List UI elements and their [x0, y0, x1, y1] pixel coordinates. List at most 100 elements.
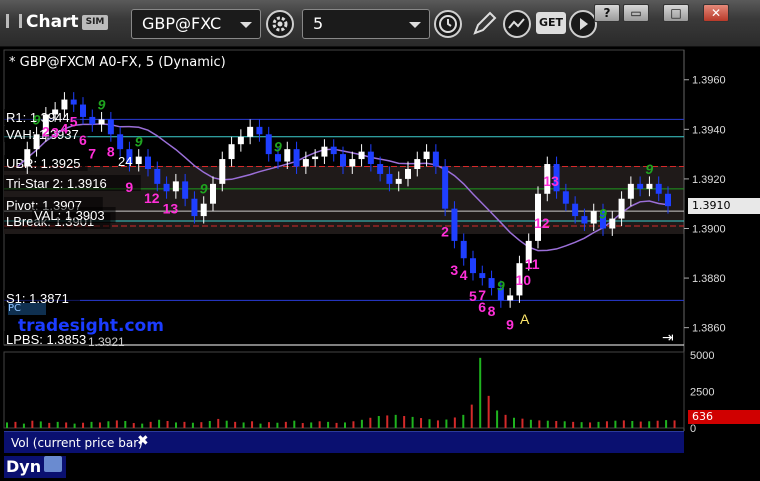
last-price-label: 1.3910: [688, 198, 760, 214]
volume-bar: [656, 420, 659, 428]
candle-body: [284, 149, 291, 162]
price-tick-label: 1.3920: [692, 174, 726, 186]
candle-body: [562, 191, 569, 204]
scroll-to-end-icon[interactable]: ⇥: [662, 330, 674, 346]
play-icon[interactable]: [569, 10, 597, 38]
chevron-down-icon: [409, 22, 421, 28]
volume-bar: [183, 421, 186, 428]
candle-body: [293, 149, 300, 167]
clock-icon[interactable]: [434, 10, 462, 38]
candle-body: [349, 159, 356, 167]
candle-body: [247, 126, 254, 137]
volume-bar: [436, 420, 439, 428]
pencil-icon[interactable]: [470, 10, 498, 38]
symbol-value: GBP@FXC: [142, 14, 222, 33]
candle-body: [312, 156, 319, 160]
lock-icon[interactable]: [44, 456, 62, 472]
volume-bar: [411, 416, 414, 428]
volume-bar: [293, 420, 296, 428]
candle-body: [80, 104, 86, 117]
volume-bar: [496, 410, 499, 428]
volume-bar: [48, 422, 51, 428]
td-count-label: 6: [79, 132, 87, 148]
level-label: VAL: 1.3903: [34, 208, 105, 223]
symbol-select[interactable]: GBP@FXC: [131, 9, 261, 39]
td-setup-label: 9: [135, 134, 143, 150]
volume-bar: [614, 420, 617, 428]
candle-body: [618, 198, 625, 219]
candle-body: [135, 156, 142, 165]
volume-bar: [360, 419, 363, 428]
candle-body: [321, 146, 328, 157]
candle-body: [655, 183, 662, 194]
volume-bar: [597, 421, 600, 428]
volume-last-label: 636: [688, 410, 760, 424]
volume-bar: [445, 419, 448, 428]
candle-body: [423, 151, 430, 160]
volume-bar: [318, 421, 321, 428]
td-count-label: 8: [107, 143, 115, 159]
candle-body: [265, 134, 272, 155]
chart-plot[interactable]: 1.3960 1.3940 1.3920 1.3900 1.3880 1.3860 R1: …: [0, 46, 760, 475]
candle-body: [182, 181, 189, 199]
maximize-button[interactable]: □: [663, 4, 689, 22]
candle-body: [377, 164, 384, 174]
candle-body: [627, 183, 634, 199]
volume-bar: [225, 420, 228, 428]
candle-body: [470, 258, 476, 274]
volume-bar: [622, 420, 625, 428]
td-count-label: 7: [88, 145, 96, 161]
candle-body: [572, 203, 579, 217]
candle-body: [386, 173, 393, 184]
candle-body: [61, 99, 68, 110]
price-tick-label: 1.3880: [692, 273, 726, 285]
volume-bar: [234, 421, 237, 428]
td-setup-label: 9: [33, 111, 41, 127]
volume-bar: [65, 422, 68, 428]
td-setup-label: 9: [274, 139, 282, 155]
td-count-label: 12: [534, 215, 550, 231]
volume-bar: [572, 421, 575, 428]
candle-body: [89, 116, 96, 125]
volume-bar: [259, 423, 262, 428]
volume-bar: [369, 417, 372, 428]
volume-bar: [428, 419, 431, 428]
candle-body: [367, 151, 374, 165]
price-tick-label: 1.3900: [692, 223, 726, 235]
candle-body: [228, 144, 235, 160]
indicator-icon[interactable]: [503, 10, 531, 38]
volume-bar: [470, 404, 473, 428]
restore-button[interactable]: ▭: [623, 4, 649, 22]
candle-body: [117, 134, 124, 150]
help-button[interactable]: ?: [594, 4, 620, 22]
close-icon[interactable]: ✖: [137, 433, 149, 449]
candle-body: [460, 240, 467, 259]
candle-body: [163, 183, 170, 192]
candle-body: [33, 134, 40, 150]
volume-bar: [200, 422, 203, 428]
td-setup-label: 9: [645, 161, 653, 177]
drag-handle-icon[interactable]: [6, 14, 22, 28]
td-setup-label: 9: [497, 277, 505, 293]
volume-bar: [529, 419, 532, 428]
td-count-label: 2: [42, 123, 50, 139]
td-setup-label: 9: [98, 96, 106, 112]
candle-body: [145, 156, 151, 169]
volume-bar: [555, 420, 558, 428]
candle-body: [590, 211, 597, 224]
candle-body: [488, 278, 495, 288]
chevron-down-icon: [240, 22, 252, 28]
get-button[interactable]: GET: [536, 12, 566, 34]
volume-panel-bar: Vol (current price bar) ✖: [4, 431, 684, 454]
watermark: tradesight.com: [18, 316, 164, 336]
interval-select[interactable]: 5: [302, 9, 430, 39]
volume-bar: [124, 420, 127, 428]
volume-bar: [267, 422, 270, 428]
candle-body: [330, 146, 337, 155]
settings-gear-icon[interactable]: [266, 10, 294, 38]
close-button[interactable]: ✕: [703, 4, 729, 22]
candle-body: [70, 99, 77, 105]
volume-bar: [521, 418, 524, 428]
volume-bar: [90, 421, 93, 428]
volume-bar: [327, 421, 330, 428]
